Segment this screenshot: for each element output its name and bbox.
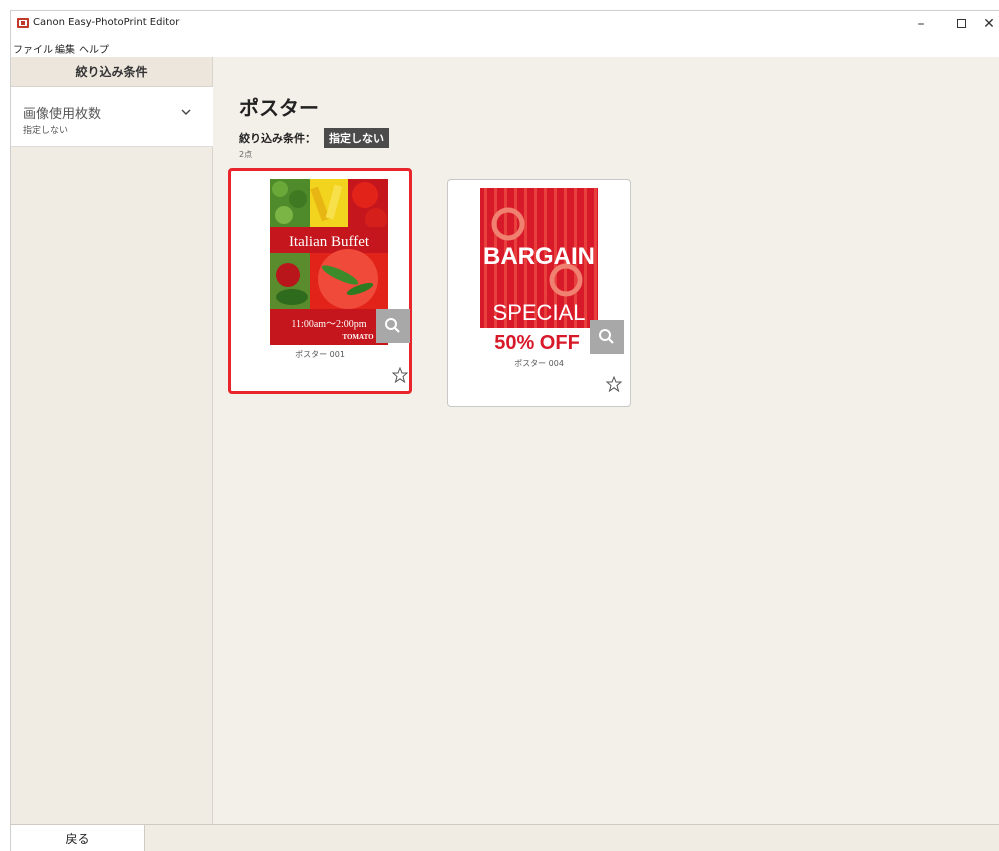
bargain-sale-artwork: BARGAIN SPECIAL 50% OFF <box>480 188 598 354</box>
sidebar-header: 絞り込み条件 <box>11 57 212 87</box>
filter-value: 指定しない <box>23 126 69 136</box>
active-filter: 絞り込み条件： 指定しない <box>239 128 389 148</box>
chevron-down-icon <box>181 109 191 115</box>
template-list: ポスター 絞り込み条件： 指定しない 2点 Italian Buffet 11:… <box>214 57 999 824</box>
menu-edit[interactable]: 編集 <box>55 41 75 56</box>
menu-help[interactable]: ヘルプ <box>79 41 109 56</box>
template-name: ポスター 004 <box>514 359 564 368</box>
close-button[interactable]: ✕ <box>969 13 999 35</box>
template-card-poster-001[interactable]: Italian Buffet 11:00am～2:00pm TOMATO ポスタ… <box>228 168 412 394</box>
magnifier-icon <box>599 329 614 344</box>
minimize-button[interactable]: – <box>901 13 941 35</box>
preview-zoom-button[interactable] <box>590 320 624 354</box>
window-title: Canon Easy-PhotoPrint Editor <box>33 17 180 28</box>
menu-bar: ファイル 編集 ヘルプ <box>11 37 999 57</box>
favorite-star-icon[interactable] <box>606 376 622 392</box>
active-filter-badge: 指定しない <box>324 128 389 148</box>
italian-buffet-artwork: Italian Buffet 11:00am～2:00pm TOMATO <box>270 179 388 345</box>
footer-bar: 戻る <box>11 824 999 851</box>
poster-thumbnail-italian-buffet: Italian Buffet 11:00am～2:00pm TOMATO <box>270 179 388 345</box>
poster-line1: BARGAIN <box>483 243 595 270</box>
maximize-icon <box>956 19 966 28</box>
filter-image-count[interactable]: 画像使用枚数 指定しない <box>11 87 213 147</box>
back-button[interactable]: 戻る <box>11 825 145 851</box>
app-window: Canon Easy-PhotoPrint Editor – ✕ ファイル 編集… <box>10 10 999 851</box>
poster-time: 11:00am～2:00pm <box>291 319 366 330</box>
menu-file[interactable]: ファイル <box>13 41 53 56</box>
magnifier-icon <box>385 318 400 333</box>
filter-sidebar: 絞り込み条件 画像使用枚数 指定しない <box>11 57 213 824</box>
title-bar: Canon Easy-PhotoPrint Editor – ✕ <box>11 11 999 37</box>
filter-name: 画像使用枚数 <box>23 107 102 122</box>
page-title: ポスター <box>239 96 319 120</box>
poster-line3: 50% OFF <box>494 332 580 354</box>
active-filter-label: 絞り込み条件： <box>239 132 316 145</box>
poster-headline: Italian Buffet <box>289 234 370 250</box>
favorite-star-icon[interactable] <box>392 367 408 383</box>
poster-place: TOMATO <box>342 333 374 341</box>
poster-line2: SPECIAL <box>493 300 586 325</box>
app-logo-icon <box>17 18 29 28</box>
poster-thumbnail-bargain: BARGAIN SPECIAL 50% OFF <box>480 188 598 354</box>
preview-zoom-button[interactable] <box>376 309 410 343</box>
template-name: ポスター 001 <box>295 350 345 359</box>
result-count: 2点 <box>239 150 253 159</box>
template-card-poster-004[interactable]: BARGAIN SPECIAL 50% OFF ポスター 004 <box>447 179 631 407</box>
